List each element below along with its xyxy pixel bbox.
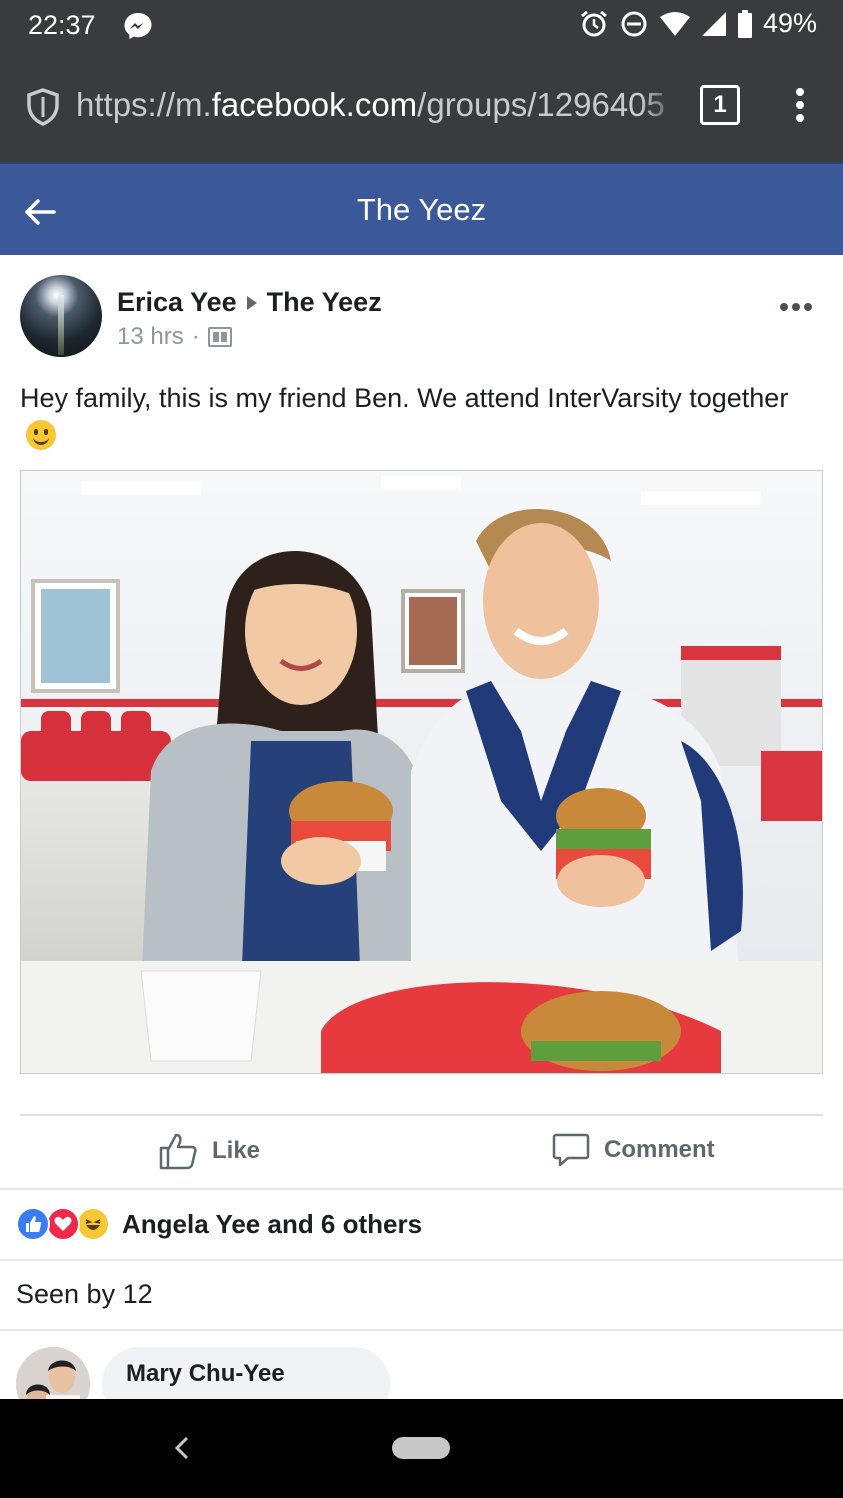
status-time: 22:37 (28, 10, 96, 40)
reactions-label: Angela Yee and 6 others (122, 1208, 423, 1239)
nav-back-icon[interactable] (172, 1435, 192, 1461)
comment-author[interactable]: Mary Chu-Yee (126, 1360, 285, 1388)
nav-home-pill[interactable] (392, 1437, 450, 1459)
status-bar: 22:37 49% (0, 0, 843, 52)
signal-icon (701, 11, 726, 36)
messenger-icon (124, 13, 152, 39)
meta-separator: · (191, 323, 200, 350)
post-group-link[interactable]: The Yeez (267, 287, 382, 318)
do-not-disturb-icon (621, 11, 647, 36)
divider (20, 1114, 823, 1116)
wifi-icon (659, 11, 690, 36)
arrow-right-icon (246, 295, 257, 310)
shield-icon[interactable] (26, 88, 60, 126)
post-meta: 13 hrs · (117, 323, 232, 351)
alarm-icon (581, 10, 607, 36)
divider (0, 1259, 843, 1261)
battery-percent: 49% (762, 8, 817, 38)
battery-icon (737, 9, 752, 38)
post-timestamp[interactable]: 13 hrs (117, 323, 184, 351)
smile-emoji-icon (26, 420, 56, 450)
post-author-link[interactable]: Erica Yee (117, 287, 237, 318)
post-photo[interactable] (20, 470, 823, 1074)
url-domain: facebook.com (211, 86, 418, 123)
status-icons: 49% (579, 8, 817, 39)
post-text: Hey family, this is my friend Ben. We at… (20, 380, 820, 454)
browser-toolbar: https://m.facebook.com/groups/1296405 1 (0, 52, 843, 162)
post-options-icon[interactable] (780, 303, 812, 311)
like-label: Like (212, 1137, 261, 1164)
page-title: The Yeez (356, 192, 487, 227)
author-avatar[interactable] (20, 275, 102, 357)
divider (0, 1329, 843, 1331)
system-nav-bar (0, 1399, 843, 1498)
group-audience-icon (207, 327, 232, 347)
love-reaction-icon (46, 1207, 80, 1241)
haha-reaction-icon (76, 1207, 110, 1241)
post-text-body: Hey family, this is my friend Ben. We at… (20, 383, 789, 413)
comment-label: Comment (604, 1136, 715, 1163)
comment-button[interactable]: Comment (552, 1132, 715, 1168)
url-field[interactable]: https://m.facebook.com/groups/1296405 (76, 86, 674, 126)
url-fade (640, 82, 680, 132)
photo-illustration (21, 471, 822, 1073)
thumbs-up-icon (159, 1133, 197, 1170)
like-reaction-icon (16, 1207, 50, 1241)
comment-bubble-icon (552, 1133, 590, 1167)
post-author-line: Erica Yee The Yeez (117, 287, 382, 318)
reactions-summary[interactable]: Angela Yee and 6 others (16, 1207, 422, 1241)
divider (0, 1188, 843, 1190)
like-button[interactable]: Like (158, 1132, 260, 1170)
browser-menu-icon[interactable] (788, 88, 812, 128)
group-header: The Yeez (0, 162, 843, 255)
url-prefix: https://m. (76, 86, 212, 123)
tab-switcher-button[interactable]: 1 (700, 85, 740, 125)
seen-by-count[interactable]: Seen by 12 (16, 1279, 153, 1310)
url-path: /groups/1296405 (417, 86, 665, 123)
